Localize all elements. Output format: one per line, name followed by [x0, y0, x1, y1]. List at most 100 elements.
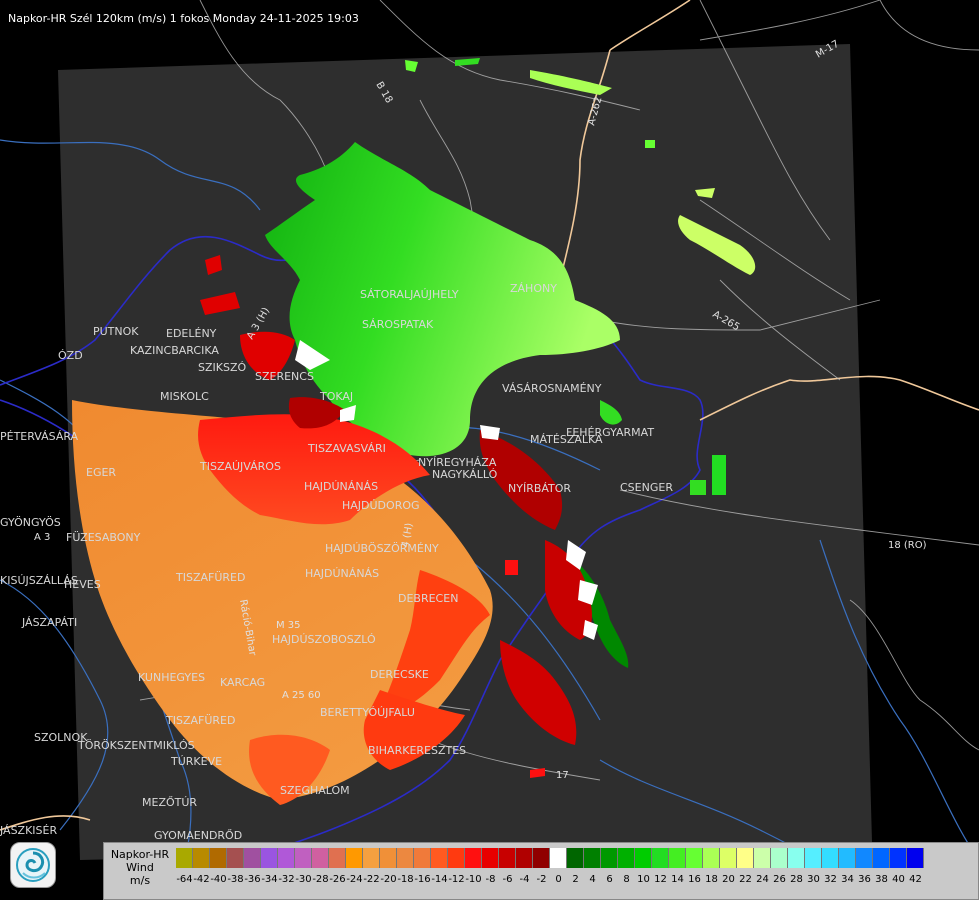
- place-label: HAJDÚDOROG: [342, 499, 420, 512]
- legend-swatch: [482, 848, 499, 868]
- place-label: MISKOLC: [160, 390, 209, 403]
- legend-tick: -30: [295, 874, 312, 885]
- legend-swatch: [516, 848, 533, 868]
- legend-tick: 26: [773, 874, 786, 885]
- legend-tick: -24: [346, 874, 363, 885]
- legend-tick: -42: [193, 874, 210, 885]
- legend-tick: -26: [329, 874, 346, 885]
- legend-swatch: [890, 848, 907, 868]
- legend-swatch: [380, 848, 397, 868]
- place-label: KAZINCBARCIKA: [130, 344, 219, 357]
- legend-tick: 0: [555, 874, 562, 885]
- place-label: SZERENCS: [255, 370, 314, 383]
- legend-unit: m/s: [129, 874, 151, 887]
- legend-swatch: [771, 848, 788, 868]
- legend-swatch: [431, 848, 448, 868]
- legend-title: Napkor-HR: [110, 848, 170, 861]
- legend-tick: -6: [502, 874, 513, 885]
- legend-tick: -28: [312, 874, 329, 885]
- legend-tick: 32: [824, 874, 837, 885]
- legend-tick: 14: [671, 874, 684, 885]
- legend-label: Napkor-HR Wind m/s: [106, 848, 174, 887]
- legend-tick: -12: [448, 874, 465, 885]
- place-label: NYÍRBÁTOR: [508, 482, 571, 495]
- place-label: JÁSZKISÉR: [0, 824, 57, 837]
- place-label: JÁSZAPÁTI: [21, 616, 77, 629]
- place-label: KARCAG: [220, 676, 265, 689]
- place-label: GYOMAENDRŐD: [154, 828, 242, 842]
- legend-swatch: [244, 848, 261, 868]
- legend-swatch: [822, 848, 839, 868]
- place-label: MÁTÉSZALKA: [530, 433, 603, 446]
- radar-map: PUTNOK EDELÉNY KAZINCBARCIKA SZIKSZÓ SZE…: [0, 0, 979, 900]
- legend-tick: 34: [841, 874, 854, 885]
- place-label: KISÚJSZÁLLÁS: [0, 574, 78, 587]
- place-label: SÁROSPATAK: [362, 318, 434, 331]
- legend-swatch: [703, 848, 720, 868]
- legend-tick: -8: [485, 874, 496, 885]
- legend-tick: 2: [572, 874, 579, 885]
- place-label: MEZŐTÚR: [142, 795, 197, 809]
- place-label: SZEGHALOM: [280, 784, 350, 797]
- legend-tick: -38: [227, 874, 244, 885]
- legend-tick: -14: [431, 874, 448, 885]
- legend-swatch: [193, 848, 210, 868]
- legend-swatch: [210, 848, 227, 868]
- legend-tick: 6: [606, 874, 613, 885]
- legend-tick: -40: [210, 874, 227, 885]
- legend-swatch: [329, 848, 346, 868]
- place-label: BIHARKERESZTES: [368, 744, 466, 757]
- legend-swatch: [652, 848, 669, 868]
- legend-swatch: [601, 848, 618, 868]
- legend-swatch: [618, 848, 635, 868]
- legend-variable: Wind: [126, 861, 154, 874]
- legend-swatch: [533, 848, 550, 868]
- legend-swatch: [397, 848, 414, 868]
- legend-tick: -32: [278, 874, 295, 885]
- legend-swatch: [805, 848, 822, 868]
- place-label: GYÖNGYÖS: [0, 516, 61, 529]
- place-label: BERETTYÓÚJFALU: [320, 706, 415, 719]
- legend-swatch: [856, 848, 873, 868]
- place-label: TISZAÚJVÁROS: [199, 460, 281, 473]
- legend-swatch: [754, 848, 771, 868]
- napkor-logo: [10, 842, 56, 888]
- legend-tick: -10: [465, 874, 482, 885]
- legend-tick: -20: [380, 874, 397, 885]
- place-label: TOKAJ: [319, 390, 353, 403]
- legend-tick: 4: [589, 874, 596, 885]
- legend-swatch: [465, 848, 482, 868]
- legend-swatch: [363, 848, 380, 868]
- legend-tick: 22: [739, 874, 752, 885]
- legend-swatch: [448, 848, 465, 868]
- legend-swatch: [312, 848, 329, 868]
- legend-swatch: [584, 848, 601, 868]
- legend-tick: -36: [244, 874, 261, 885]
- legend-tick: 18: [705, 874, 718, 885]
- legend-tick: 30: [807, 874, 820, 885]
- legend-tick: 10: [637, 874, 650, 885]
- place-label: HAJDÚBÖSZÖRMÉNY: [325, 542, 439, 555]
- legend-swatch: [499, 848, 516, 868]
- legend-swatch: [295, 848, 312, 868]
- place-label: PÉTERVÁSÁRA: [0, 430, 79, 443]
- place-label: NAGYKÁLLÓ: [432, 468, 498, 481]
- legend-swatch: [550, 848, 567, 868]
- swirl-icon: [16, 848, 50, 882]
- place-label: TÖRÖKSZENTMIKLÓS: [77, 739, 195, 752]
- place-label: EGER: [86, 466, 116, 479]
- legend-swatch: [635, 848, 652, 868]
- legend-swatch: [278, 848, 295, 868]
- legend-swatch: [227, 848, 244, 868]
- place-label: TISZAFÜRED: [175, 571, 245, 584]
- legend: Napkor-HR Wind m/s -64 -42 -40 -38 -36 -34 -32…: [103, 842, 979, 900]
- legend-tick: 28: [790, 874, 803, 885]
- place-label: HAJDÚSZOBOSZLÓ: [272, 633, 376, 646]
- place-label: KUNHEGYES: [138, 671, 205, 684]
- road-label: 18 (RO): [888, 540, 927, 551]
- road-label: A 25 60: [282, 690, 321, 701]
- legend-swatch: [261, 848, 278, 868]
- legend-tick: 20: [722, 874, 735, 885]
- legend-swatch: [788, 848, 805, 868]
- place-label: ÓZD: [58, 349, 83, 362]
